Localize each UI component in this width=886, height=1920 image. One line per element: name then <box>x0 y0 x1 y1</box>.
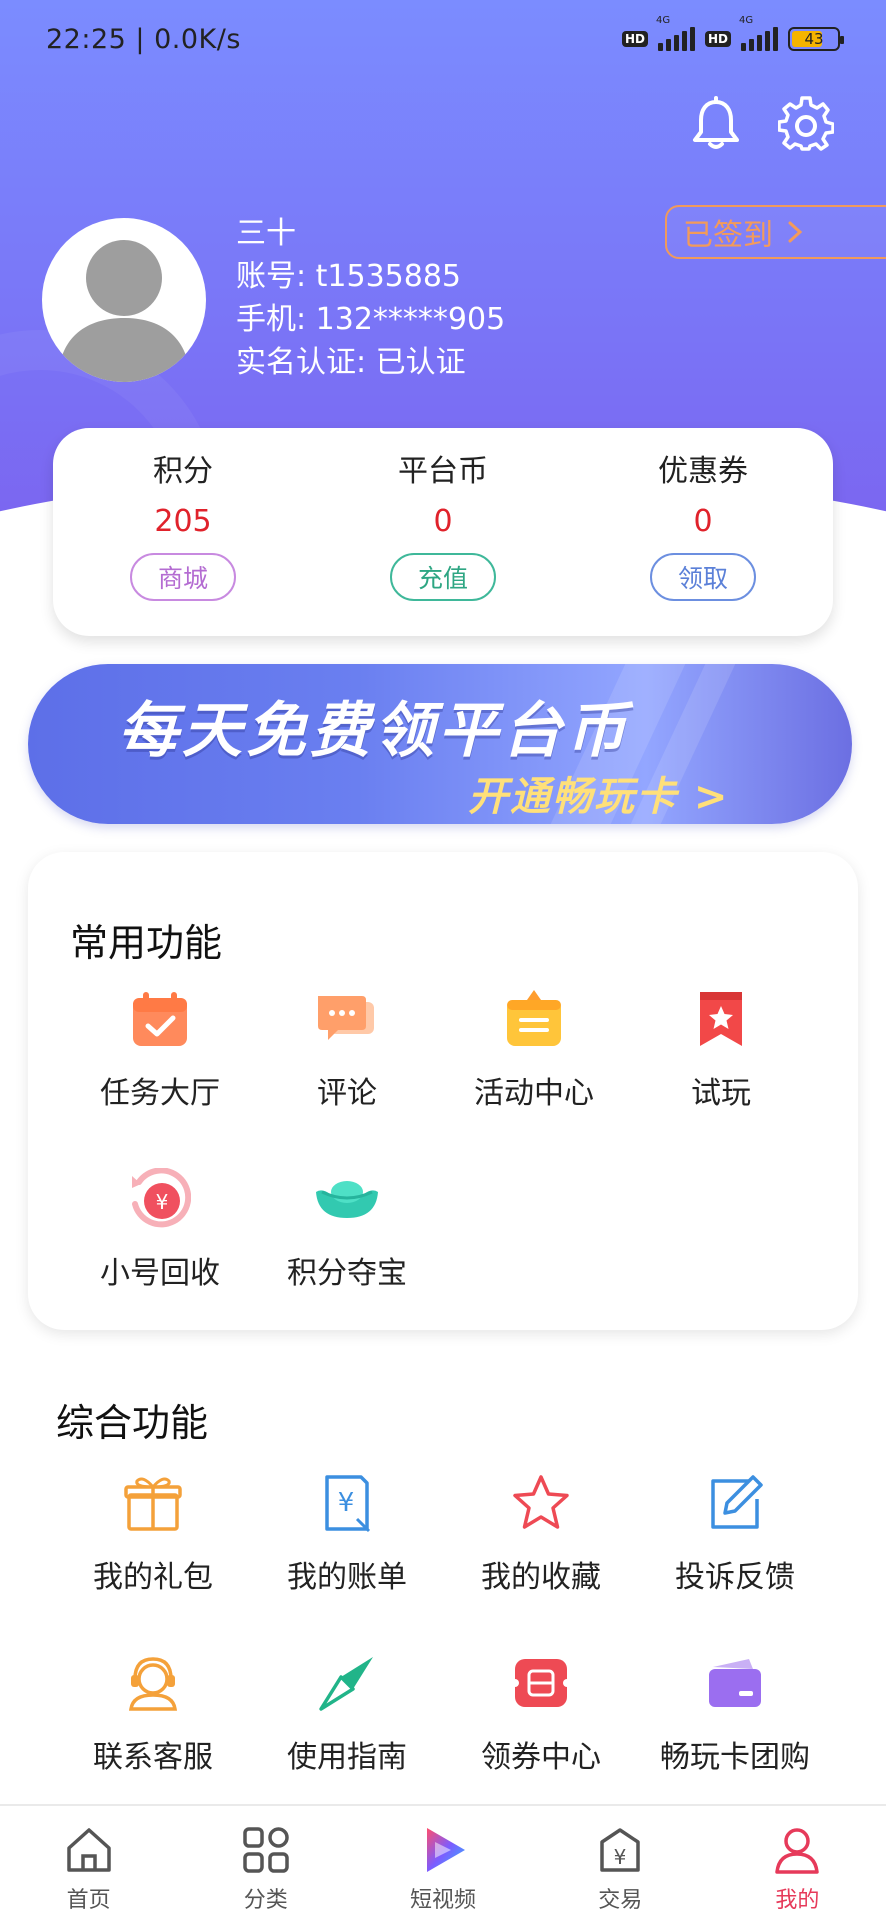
avatar[interactable] <box>42 218 206 382</box>
user-phone: 手机: 132*****905 <box>236 302 506 337</box>
bell-icon[interactable] <box>688 96 744 152</box>
status-time: 22:25 | 0.0K/s <box>46 23 241 55</box>
stat-label: 优惠券 <box>658 454 748 489</box>
video-play-icon <box>427 1828 465 1872</box>
grid-item-activity-center[interactable]: 活动中心 <box>441 986 627 1112</box>
user-realname-status: 实名认证: 已认证 <box>236 345 466 380</box>
grid-item-label: 使用指南 <box>287 1740 407 1775</box>
customer-service-icon <box>120 1650 186 1716</box>
trade-icon: ¥ <box>600 1828 640 1872</box>
hd-badge: HD <box>704 31 731 47</box>
grid-item-comment[interactable]: 评论 <box>254 986 440 1112</box>
edit-feedback-icon <box>702 1470 768 1536</box>
grid-item-complaint-feedback[interactable]: 投诉反馈 <box>642 1470 828 1596</box>
stat-points: 积分 205 商城 <box>53 428 313 636</box>
grid-item-label: 联系客服 <box>93 1740 213 1775</box>
mall-button[interactable]: 商城 <box>130 553 236 601</box>
section-title: 常用功能 <box>70 921 223 965</box>
comment-icon <box>314 986 380 1052</box>
trial-star-flag-icon <box>688 986 754 1052</box>
gift-icon <box>120 1470 186 1536</box>
tab-label: 交易 <box>598 1888 643 1913</box>
user-account: 账号: t1535885 <box>236 259 462 294</box>
task-calendar-icon <box>127 986 193 1052</box>
stat-value: 0 <box>433 504 453 539</box>
profile-icon <box>775 1828 820 1874</box>
grid-item-my-gifts[interactable]: 我的礼包 <box>60 1470 246 1596</box>
tab-label: 分类 <box>243 1888 288 1913</box>
tab-category[interactable]: 分类 <box>177 1806 354 1920</box>
grid-item-my-bills[interactable]: ¥ 我的账单 <box>254 1470 440 1596</box>
signal-icon: 4G <box>656 15 695 51</box>
signin-button[interactable]: 已签到 <box>665 205 886 259</box>
banner-subtitle: 开通畅玩卡 > <box>468 774 730 820</box>
svg-text:¥: ¥ <box>338 1488 355 1518</box>
coupon-icon <box>508 1650 574 1716</box>
status-bar: 22:25 | 0.0K/s HD 4G HD 4G 43 <box>0 0 886 78</box>
svg-text:¥: ¥ <box>614 1845 627 1869</box>
activity-bag-icon <box>501 986 567 1052</box>
grid-item-points-treasure[interactable]: 积分夺宝 <box>254 1166 440 1292</box>
grid-item-label: 领券中心 <box>481 1740 601 1775</box>
grid-item-coupon-center[interactable]: 领券中心 <box>448 1650 634 1776</box>
star-icon <box>508 1470 574 1536</box>
promo-banner[interactable]: 每天免费领平台币 开通畅玩卡 > <box>28 664 852 824</box>
signin-label: 已签到 <box>683 218 773 253</box>
grid-item-account-recycle[interactable]: ¥ 小号回收 <box>67 1166 253 1292</box>
gold-ingot-icon <box>314 1166 380 1232</box>
common-functions-card: 常用功能 任务大厅 评论 活动中心 试玩 ¥ 小号回收 积分夺宝 <box>28 852 858 1330</box>
grid-item-label: 评论 <box>317 1076 377 1111</box>
grid-item-task-hall[interactable]: 任务大厅 <box>67 986 253 1112</box>
tab-label: 首页 <box>66 1888 111 1913</box>
stat-label: 平台币 <box>398 454 488 489</box>
grid-item-my-favorites[interactable]: 我的收藏 <box>448 1470 634 1596</box>
grid-item-label: 小号回收 <box>100 1256 220 1291</box>
tab-label: 短视频 <box>410 1888 477 1913</box>
bottom-tab-bar: 首页 分类 短视频 ¥ 交易 我的 <box>0 1804 886 1920</box>
grid-item-contact-service[interactable]: 联系客服 <box>60 1650 246 1776</box>
tab-mine[interactable]: 我的 <box>709 1806 886 1920</box>
grid-item-label: 畅玩卡团购 <box>660 1740 810 1775</box>
svg-text:¥: ¥ <box>156 1190 169 1214</box>
stat-value: 0 <box>693 504 713 539</box>
category-icon <box>243 1827 289 1873</box>
grid-item-label: 投诉反馈 <box>675 1560 795 1595</box>
bill-icon: ¥ <box>314 1470 380 1536</box>
tab-trade[interactable]: ¥ 交易 <box>532 1806 709 1920</box>
grid-item-label: 我的收藏 <box>481 1560 601 1595</box>
stat-value: 205 <box>154 504 212 539</box>
grid-item-label: 试玩 <box>691 1076 751 1111</box>
banner-title: 每天免费领平台币 <box>118 696 630 766</box>
compass-icon <box>314 1650 380 1716</box>
claim-button[interactable]: 领取 <box>650 553 756 601</box>
grid-item-label: 我的礼包 <box>93 1560 213 1595</box>
tab-short-video[interactable]: 短视频 <box>354 1806 531 1920</box>
status-icons: HD 4G HD 4G 43 <box>621 15 844 51</box>
recycle-yen-icon: ¥ <box>127 1166 193 1232</box>
home-icon <box>66 1828 111 1872</box>
card-icon <box>702 1650 768 1716</box>
grid-item-label: 任务大厅 <box>100 1076 220 1111</box>
recharge-button[interactable]: 充值 <box>390 553 496 601</box>
hd-badge: HD <box>621 31 648 47</box>
grid-item-label: 积分夺宝 <box>287 1256 407 1291</box>
tab-home[interactable]: 首页 <box>0 1806 177 1920</box>
stat-platform-coin: 平台币 0 充值 <box>313 428 573 636</box>
grid-item-label: 活动中心 <box>474 1076 594 1111</box>
user-name: 三十 <box>236 216 296 251</box>
tab-label: 我的 <box>775 1888 820 1913</box>
battery-icon: 43 <box>788 27 844 51</box>
grid-item-label: 我的账单 <box>287 1560 407 1595</box>
chevron-right-icon <box>788 221 803 243</box>
user-info: 三十 账号: t1535885 手机: 132*****905 实名认证: 已认… <box>236 212 505 384</box>
grid-item-user-guide[interactable]: 使用指南 <box>254 1650 440 1776</box>
grid-item-trial[interactable]: 试玩 <box>628 986 814 1112</box>
stat-label: 积分 <box>153 454 213 489</box>
stat-coupon: 优惠券 0 领取 <box>573 428 833 636</box>
section-title: 综合功能 <box>56 1401 209 1445</box>
gear-icon[interactable] <box>777 96 835 152</box>
signal-icon: 4G <box>739 15 778 51</box>
grid-item-pass-card-group-buy[interactable]: 畅玩卡团购 <box>642 1650 828 1776</box>
stats-card: 积分 205 商城 平台币 0 充值 优惠券 0 领取 <box>53 428 833 636</box>
